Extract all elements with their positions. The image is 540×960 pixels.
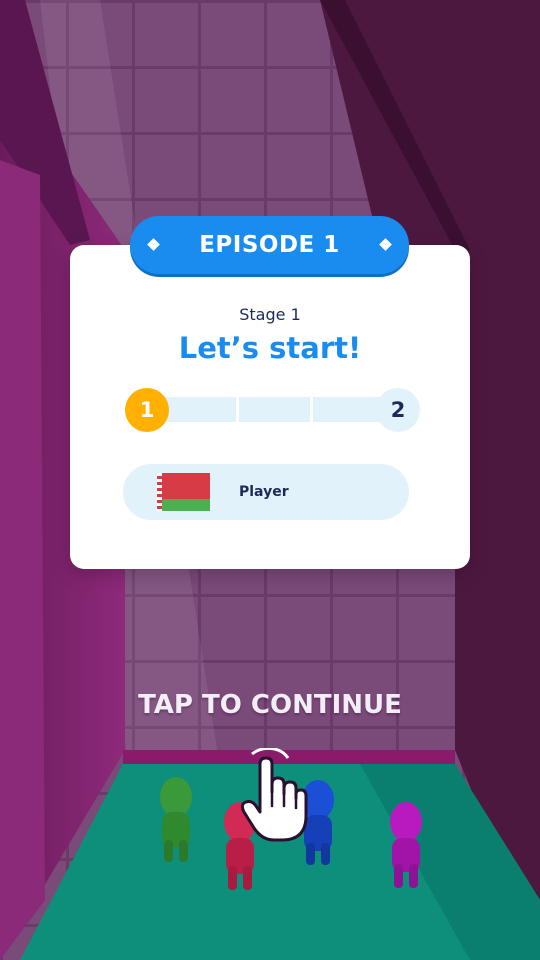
stage-progress-track bbox=[150, 397, 400, 422]
tap-hand-icon bbox=[240, 748, 308, 842]
player-name: Player bbox=[239, 484, 289, 500]
stage-headline: Let’s start! bbox=[178, 331, 362, 365]
stage-label: Stage 1 bbox=[239, 305, 301, 324]
current-stage-node: 1 bbox=[125, 388, 169, 432]
progress-segment-divider bbox=[236, 397, 239, 422]
episode-banner: EPISODE 1 bbox=[130, 216, 409, 274]
player-row: Player bbox=[123, 464, 409, 520]
tap-to-continue-prompt[interactable]: TAP TO CONTINUE bbox=[0, 690, 540, 720]
episode-title: EPISODE 1 bbox=[199, 232, 340, 258]
progress-segment-divider bbox=[310, 397, 313, 422]
next-stage-node: 2 bbox=[376, 388, 420, 432]
belarus-flag-icon bbox=[157, 473, 210, 511]
